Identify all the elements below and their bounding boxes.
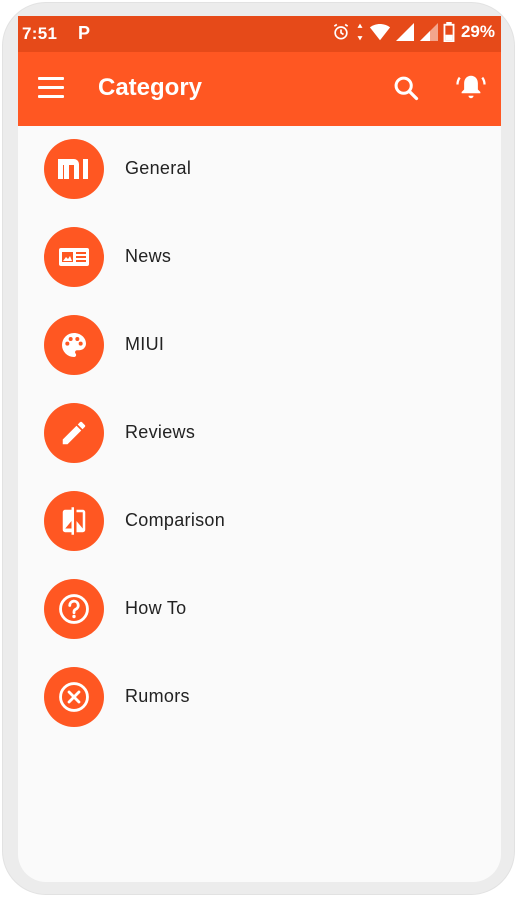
notification-p-icon: P	[78, 23, 91, 43]
app-screen: 7:51 P 29% Category General News MIUI Re…	[18, 16, 501, 882]
category-label: Comparison	[125, 510, 226, 530]
status-time: 7:51	[22, 24, 58, 43]
status-bar: 7:51 P 29%	[18, 16, 501, 52]
compare-icon	[44, 491, 104, 551]
category-label: MIUI	[125, 334, 165, 354]
category-label: General	[125, 158, 192, 178]
category-item-miui[interactable]: MIUI	[18, 302, 501, 388]
category-item-comparison[interactable]: Comparison	[18, 478, 501, 564]
help-circle-icon	[44, 579, 104, 639]
pencil-icon	[44, 403, 104, 463]
category-item-general[interactable]: General	[18, 126, 501, 212]
menu-icon[interactable]	[38, 77, 64, 99]
data-arrows-icon	[357, 23, 363, 41]
category-item-news[interactable]: News	[18, 214, 501, 300]
palette-icon	[44, 315, 104, 375]
app-bar: Category	[18, 52, 501, 126]
category-item-reviews[interactable]: Reviews	[18, 390, 501, 476]
category-label: Reviews	[125, 422, 196, 442]
category-item-rumors[interactable]: Rumors	[18, 654, 501, 740]
cancel-circle-icon	[44, 667, 104, 727]
category-label: News	[125, 246, 172, 266]
battery-percent: 29%	[460, 22, 495, 41]
category-label: Rumors	[125, 686, 190, 706]
bell-ring-icon[interactable]	[456, 72, 486, 102]
category-item-how-to[interactable]: How To	[18, 566, 501, 652]
signal-2-icon	[419, 23, 438, 41]
page-title: Category	[98, 74, 203, 101]
mi-logo-icon	[44, 139, 104, 199]
alarm-icon	[333, 23, 349, 40]
news-card-icon	[44, 227, 104, 287]
status-icons: 29%	[331, 22, 495, 42]
battery-icon	[443, 22, 455, 42]
signal-icon	[395, 23, 414, 41]
category-label: How To	[125, 598, 187, 618]
search-icon[interactable]	[392, 74, 420, 102]
wifi-icon	[369, 23, 391, 41]
